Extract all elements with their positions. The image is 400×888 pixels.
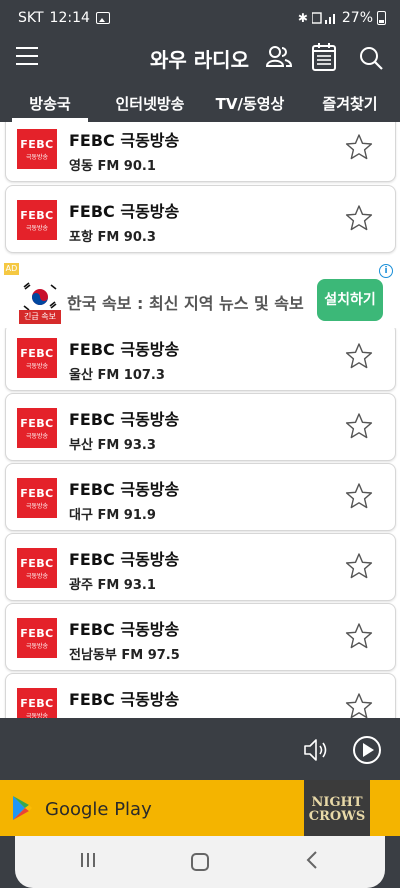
- station-frequency: 부산 FM 93.3: [69, 438, 156, 453]
- logo-text: FEBC: [20, 697, 54, 710]
- febc-logo: FEBC 극동방송: [17, 618, 57, 658]
- hamburger-icon[interactable]: [16, 47, 38, 65]
- bluetooth-icon: ✱: [297, 11, 308, 25]
- station-name: FEBC 극동방송: [69, 620, 180, 639]
- play-circle-icon[interactable]: [352, 735, 382, 765]
- tab-bar: 방송국 인터넷방송 TV/동영상 즐겨찾기: [0, 84, 400, 122]
- star-outline-icon[interactable]: [345, 622, 373, 650]
- station-name: FEBC 극동방송: [69, 202, 180, 221]
- star-outline-icon[interactable]: [345, 204, 373, 232]
- station-list[interactable]: FEBC 극동방송 FEBC 극동방송 영동 FM 90.1 FEBC 극동방송 FEBC …: [0, 122, 400, 718]
- logo-text: FEBC: [20, 627, 54, 640]
- tab-stations[interactable]: 방송국: [0, 84, 100, 122]
- app-bar: 와우 라디오: [0, 34, 400, 84]
- logo-subtext: 극동방송: [25, 433, 49, 440]
- star-outline-icon[interactable]: [345, 133, 373, 161]
- google-play-label: Google Play: [45, 799, 152, 820]
- game-logo-line1: NIGHT: [311, 795, 363, 810]
- logo-text: FEBC: [20, 347, 54, 360]
- station-card[interactable]: FEBC 극동방송 FEBC 극동방송 영동 FM 90.1: [5, 122, 396, 182]
- febc-logo: FEBC 극동방송: [17, 408, 57, 448]
- carrier-label: SKT: [18, 10, 44, 26]
- ad-badge: AD: [4, 263, 19, 275]
- station-card[interactable]: FEBC 극동방송 FEBC 극동방송 전남동부 FM 97.5: [5, 603, 396, 671]
- logo-subtext: 극동방송: [25, 643, 49, 650]
- logo-subtext: 극동방송: [25, 573, 49, 580]
- logo-text: FEBC: [20, 487, 54, 500]
- febc-logo: FEBC 극동방송: [17, 478, 57, 518]
- logo-text: FEBC: [20, 557, 54, 570]
- febc-logo: FEBC 극동방송: [17, 129, 57, 169]
- station-frequency: 전남동부 FM 97.5: [69, 648, 180, 663]
- back-icon[interactable]: [305, 851, 319, 869]
- speaker-icon[interactable]: [303, 737, 331, 763]
- station-card[interactable]: FEBC 극동방송 FEBC 극동방송 광주 FM 93.1: [5, 533, 396, 601]
- people-icon[interactable]: [265, 44, 293, 70]
- station-card[interactable]: FEBC 극동방송 FEBC 극동방송 대구 FM 91.9: [5, 463, 396, 531]
- logo-text: FEBC: [20, 209, 54, 222]
- calendar-icon[interactable]: [311, 42, 337, 72]
- recent-apps-icon[interactable]: [81, 853, 95, 867]
- febc-logo: FEBC 극동방송: [17, 200, 57, 240]
- tab-internet-radio[interactable]: 인터넷방송: [100, 84, 200, 122]
- station-name: FEBC 극동방송: [69, 340, 180, 359]
- star-outline-icon[interactable]: [345, 552, 373, 580]
- search-icon[interactable]: [358, 45, 384, 71]
- station-card[interactable]: FEBC 극동방송 FEBC 극동방송 포항 FM 90.3: [5, 185, 396, 253]
- player-bar: [0, 718, 400, 780]
- logo-subtext: 극동방송: [25, 363, 49, 370]
- logo-subtext: 극동방송: [25, 154, 49, 161]
- logo-text: FEBC: [20, 138, 54, 151]
- station-card[interactable]: FEBC 극동방송 FEBC 극동방송 울산 FM 107.3: [5, 323, 396, 391]
- station-frequency: 광주 FM 93.1: [69, 578, 156, 593]
- star-outline-icon[interactable]: [345, 692, 373, 718]
- logo-subtext: 극동방송: [25, 713, 49, 718]
- battery-level: 27%: [341, 10, 373, 26]
- home-icon[interactable]: [191, 853, 209, 871]
- febc-logo: FEBC 극동방송: [17, 688, 57, 718]
- google-play-icon: [13, 796, 32, 820]
- tab-tv-video[interactable]: TV/동영상: [200, 84, 300, 122]
- bottom-ad-banner[interactable]: Google Play NIGHT CROWS: [0, 780, 400, 836]
- station-name: FEBC 극동방송: [69, 550, 180, 569]
- station-name: FEBC 극동방송: [69, 480, 180, 499]
- febc-logo: FEBC 극동방송: [17, 548, 57, 588]
- station-name: FEBC 극동방송: [69, 410, 180, 429]
- station-frequency: 울산 FM 107.3: [69, 368, 165, 383]
- star-outline-icon[interactable]: [345, 342, 373, 370]
- signal-icon: [311, 12, 335, 24]
- battery-icon: [377, 11, 386, 25]
- info-icon[interactable]: i: [379, 264, 393, 278]
- breaking-news-label: 긴급 속보: [19, 310, 61, 324]
- status-bar: SKT 12:14 ✱ 27%: [0, 0, 400, 34]
- station-frequency: 포항 FM 90.3: [69, 230, 156, 245]
- logo-subtext: 극동방송: [25, 503, 49, 510]
- game-logo: NIGHT CROWS: [304, 780, 370, 836]
- gallery-notification-icon: [95, 12, 110, 24]
- logo-subtext: 극동방송: [25, 225, 49, 232]
- station-card[interactable]: FEBC 극동방송 FEBC 극동방송 부산 FM 93.3: [5, 393, 396, 461]
- tab-favorites[interactable]: 즐겨찾기: [300, 84, 400, 122]
- system-nav-bar: [15, 836, 385, 888]
- game-logo-line2: CROWS: [308, 809, 366, 824]
- star-outline-icon[interactable]: [345, 412, 373, 440]
- clock: 12:14: [49, 10, 90, 26]
- station-name: FEBC 극동방송: [69, 131, 180, 150]
- star-outline-icon[interactable]: [345, 482, 373, 510]
- app-title: 와우 라디오: [150, 48, 249, 72]
- station-card[interactable]: FEBC 극동방송 FEBC 극동방송: [5, 673, 396, 718]
- station-frequency: 대구 FM 91.9: [69, 508, 156, 523]
- inline-ad[interactable]: AD i 긴급 속보 한국 속보 : 최신 지역 뉴스 및 속보 설치하기: [0, 260, 400, 328]
- station-frequency: 영동 FM 90.1: [69, 159, 156, 174]
- station-name: FEBC 극동방송: [69, 690, 180, 709]
- febc-logo: FEBC 극동방송: [17, 338, 57, 378]
- logo-text: FEBC: [20, 417, 54, 430]
- install-button[interactable]: 설치하기: [317, 279, 383, 321]
- ad-headline: 한국 속보 : 최신 지역 뉴스 및 속보: [67, 294, 304, 313]
- screen: SKT 12:14 ✱ 27% 와우 라디오 방송국 인터넷방송 TV/동영상 …: [0, 0, 400, 888]
